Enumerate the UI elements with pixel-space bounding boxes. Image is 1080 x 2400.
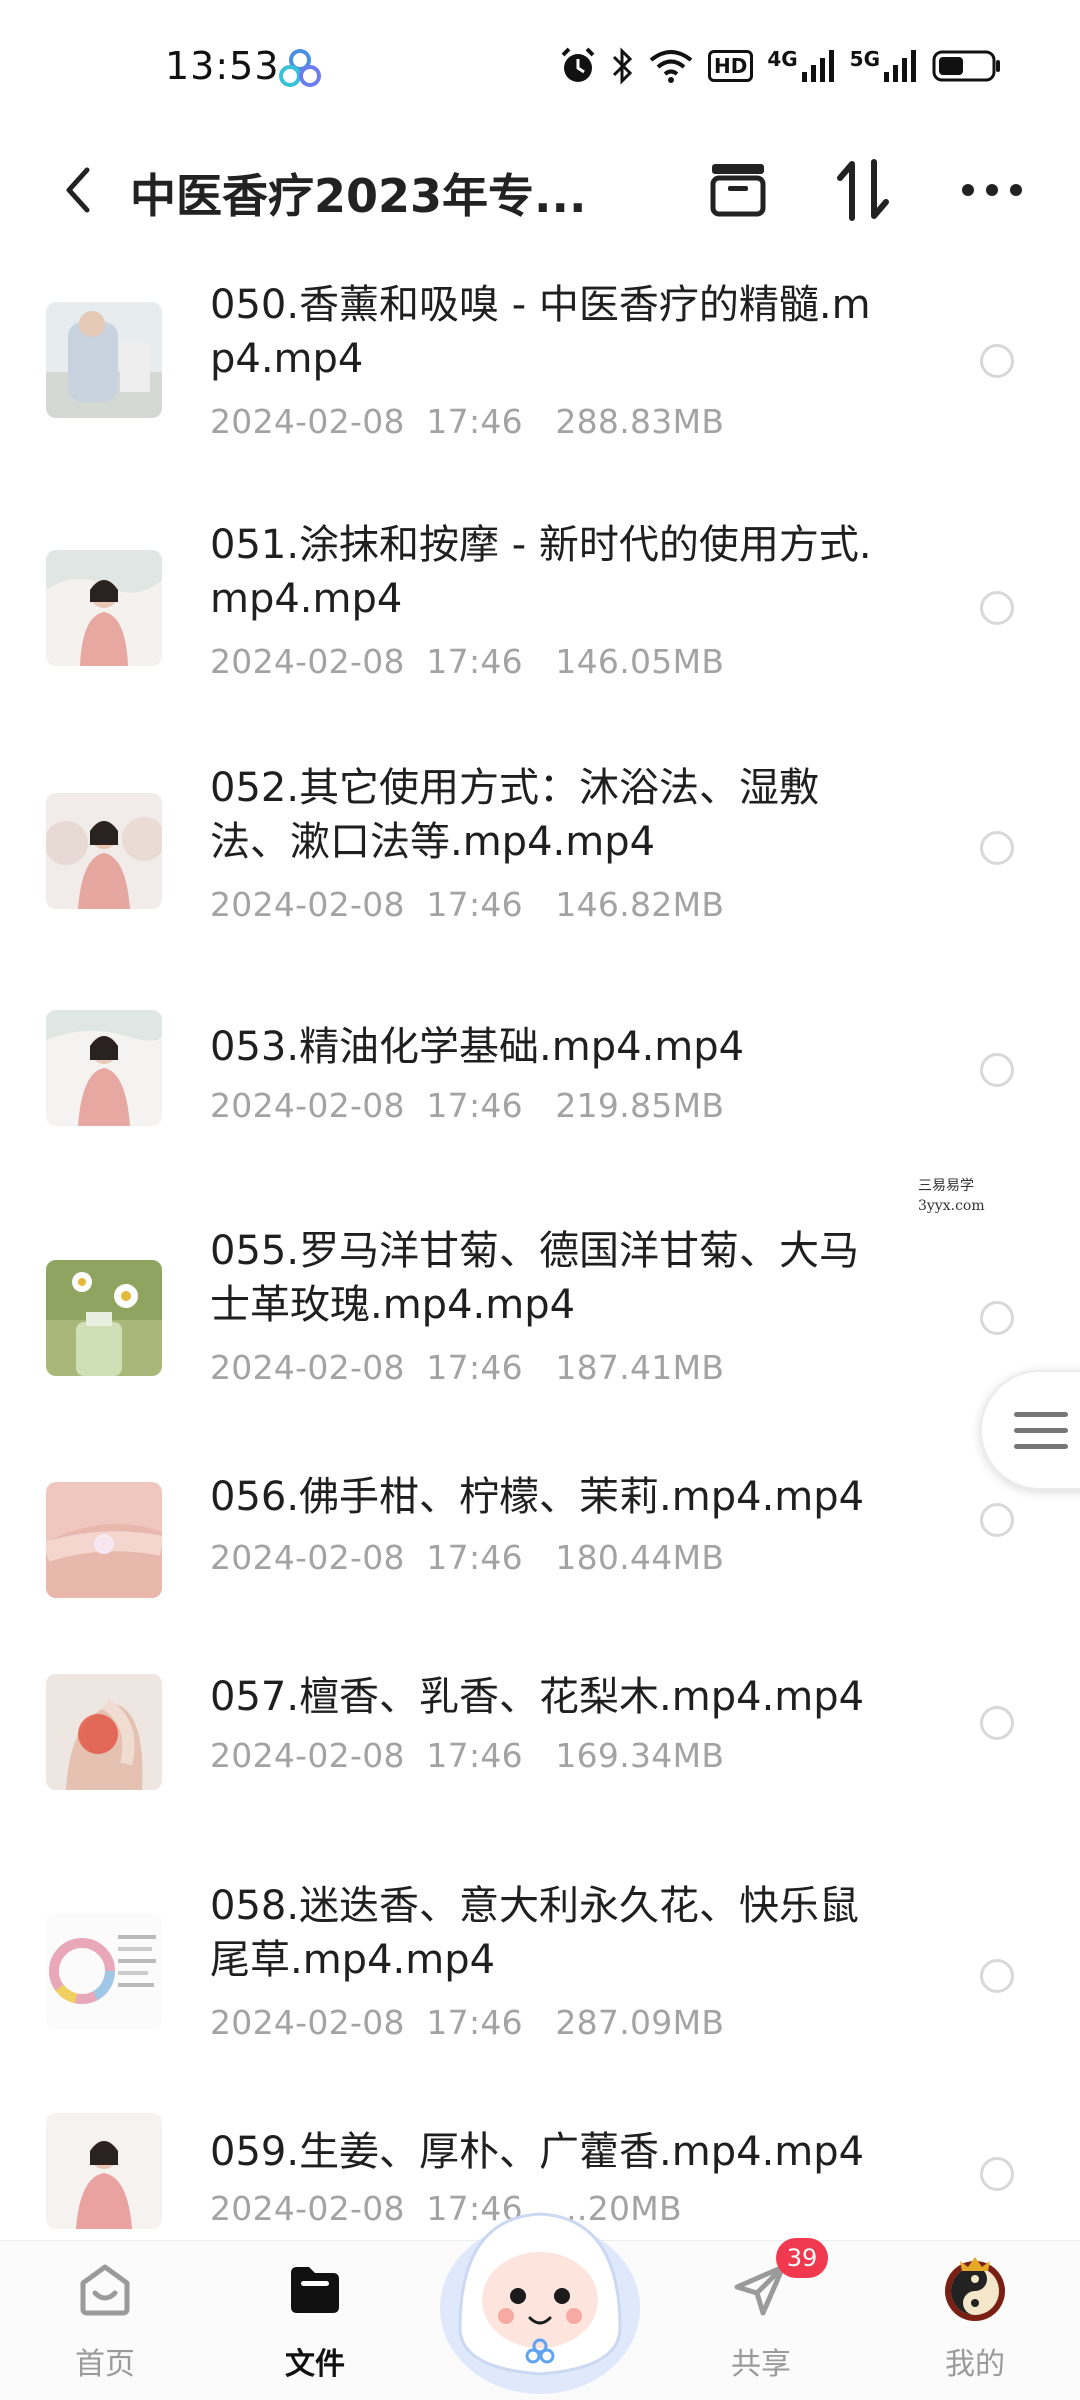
avatar-icon xyxy=(945,2257,1005,2321)
file-row[interactable]: 055.罗马洋甘菊、德国洋甘菊、大马士革玫瑰.mp4.mp4 2024-02-0… xyxy=(0,1190,1080,1430)
more-icon xyxy=(962,184,1022,196)
video-thumbnail xyxy=(46,1010,162,1126)
back-button[interactable] xyxy=(48,158,108,222)
file-name: 053.精油化学基础.mp4.mp4 xyxy=(210,1024,745,1070)
select-radio[interactable] xyxy=(980,344,1014,378)
home-icon xyxy=(80,2264,130,2316)
back-icon xyxy=(66,167,90,213)
status-time: 13:53 xyxy=(165,44,280,88)
archive-button[interactable] xyxy=(698,152,778,228)
file-row[interactable]: 052.其它使用方式：沐浴法、湿敷法、漱口法等.mp4.mp4 2024-02-… xyxy=(0,735,1080,980)
file-row[interactable]: 057.檀香、乳香、花梨木.mp4.mp4 2024-02-08 17:46 1… xyxy=(0,1630,1080,1845)
nav-files[interactable]: 文件 xyxy=(240,2241,390,2400)
more-button[interactable] xyxy=(952,152,1032,228)
bluetooth-icon xyxy=(612,47,633,85)
video-thumbnail xyxy=(46,1674,162,1790)
watermark: 三易易学 3yyx.com xyxy=(918,1176,1008,1216)
alarm-icon xyxy=(561,47,595,82)
select-radio[interactable] xyxy=(980,1053,1014,1087)
file-meta: 2024-02-08 17:46 219.85MB xyxy=(210,1086,725,1125)
file-name: 050.香薰和吸嗅 - 中医香疗的精髓.mp4.mp4 xyxy=(210,282,871,382)
folder-icon xyxy=(291,2267,339,2313)
menu-lines-icon xyxy=(1014,1412,1068,1449)
nav-share-label: 共享 xyxy=(731,2347,791,2382)
nav-me[interactable]: 我的 xyxy=(900,2241,1050,2400)
battery-icon xyxy=(932,50,1000,82)
file-name: 057.檀香、乳香、花梨木.mp4.mp4 xyxy=(210,1674,865,1720)
file-name: 051.涂抹和按摩 - 新时代的使用方式.mp4.mp4 xyxy=(210,522,872,622)
header: 中医香疗2023年专... xyxy=(0,130,1080,250)
video-thumbnail xyxy=(46,1260,162,1376)
watermark-line2: 3yyx.com xyxy=(918,1198,985,1214)
video-thumbnail xyxy=(46,2113,162,2229)
select-radio[interactable] xyxy=(980,1301,1014,1335)
status-bar: 13:53 HD 4G 5G xyxy=(0,0,1080,130)
select-radio[interactable] xyxy=(980,1706,1014,1740)
file-name: 052.其它使用方式：沐浴法、湿敷法、漱口法等.mp4.mp4 xyxy=(210,765,820,865)
file-name: 056.佛手柑、柠檬、茉莉.mp4.mp4 xyxy=(210,1474,865,1520)
signal-icon xyxy=(801,50,834,82)
file-name: 058.迷迭香、意大利永久花、快乐鼠尾草.mp4.mp4 xyxy=(210,1883,860,1983)
file-row[interactable]: 056.佛手柑、柠檬、茉莉.mp4.mp4 2024-02-08 17:46 1… xyxy=(0,1430,1080,1630)
video-thumbnail xyxy=(46,550,162,666)
file-meta: 2024-02-08 17:46 180.44MB xyxy=(210,1538,725,1577)
watermark-line1: 三易易学 xyxy=(918,1178,974,1194)
share-badge: 39 xyxy=(776,2238,828,2278)
file-meta: 2024-02-08 17:46 146.82MB xyxy=(210,885,725,924)
file-meta: 2024-02-08 17:46 187.41MB xyxy=(210,1348,725,1387)
sort-button[interactable] xyxy=(824,152,904,228)
file-row[interactable]: 053.精油化学基础.mp4.mp4 2024-02-08 17:46 219.… xyxy=(0,980,1080,1190)
archive-icon xyxy=(710,164,766,217)
hd-badge: HD xyxy=(707,50,754,82)
status-indicators: HD 4G 5G xyxy=(560,44,1002,88)
video-thumbnail xyxy=(46,1913,162,2029)
select-radio[interactable] xyxy=(980,1503,1014,1537)
file-meta: 2024-02-08 17:46 146.05MB xyxy=(210,642,725,681)
file-list: 050.香薰和吸嗅 - 中医香疗的精髓.mp4.mp4 2024-02-08 1… xyxy=(0,250,1080,2240)
video-thumbnail xyxy=(46,302,162,418)
file-row[interactable]: 051.涂抹和按摩 - 新时代的使用方式.mp4.mp4 2024-02-08 … xyxy=(0,490,1080,735)
file-row[interactable]: 050.香薰和吸嗅 - 中医香疗的精髓.mp4.mp4 2024-02-08 1… xyxy=(0,250,1080,490)
sort-icon xyxy=(837,159,889,221)
page-title: 中医香疗2023年专... xyxy=(130,169,587,223)
net-5g-label: 5G xyxy=(849,47,880,71)
select-radio[interactable] xyxy=(980,591,1014,625)
nav-home[interactable]: 首页 xyxy=(30,2241,180,2400)
file-meta: 2024-02-08 17:46 288.83MB xyxy=(210,402,725,441)
select-radio[interactable] xyxy=(980,831,1014,865)
net-4g-label: 4G xyxy=(767,47,798,71)
file-meta: 2024-02-08 17:46 287.09MB xyxy=(210,2003,725,2042)
select-radio[interactable] xyxy=(980,2157,1014,2191)
video-thumbnail xyxy=(46,793,162,909)
app-cloud-icon xyxy=(279,49,321,87)
file-name: 055.罗马洋甘菊、德国洋甘菊、大马士革玫瑰.mp4.mp4 xyxy=(210,1228,860,1328)
signal-icon xyxy=(884,50,916,82)
video-thumbnail xyxy=(46,1482,162,1598)
mascot-button[interactable] xyxy=(430,2178,650,2400)
nav-me-label: 我的 xyxy=(945,2347,1005,2382)
nav-home-label: 首页 xyxy=(75,2347,135,2382)
select-radio[interactable] xyxy=(980,1959,1014,1993)
file-meta: 2024-02-08 17:46 169.34MB xyxy=(210,1736,725,1775)
file-row[interactable]: 058.迷迭香、意大利永久花、快乐鼠尾草.mp4.mp4 2024-02-08 … xyxy=(0,1845,1080,2085)
nav-files-label: 文件 xyxy=(285,2347,345,2382)
file-name: 059.生姜、厚朴、广藿香.mp4.mp4 xyxy=(210,2129,865,2175)
wifi-icon xyxy=(649,50,693,83)
